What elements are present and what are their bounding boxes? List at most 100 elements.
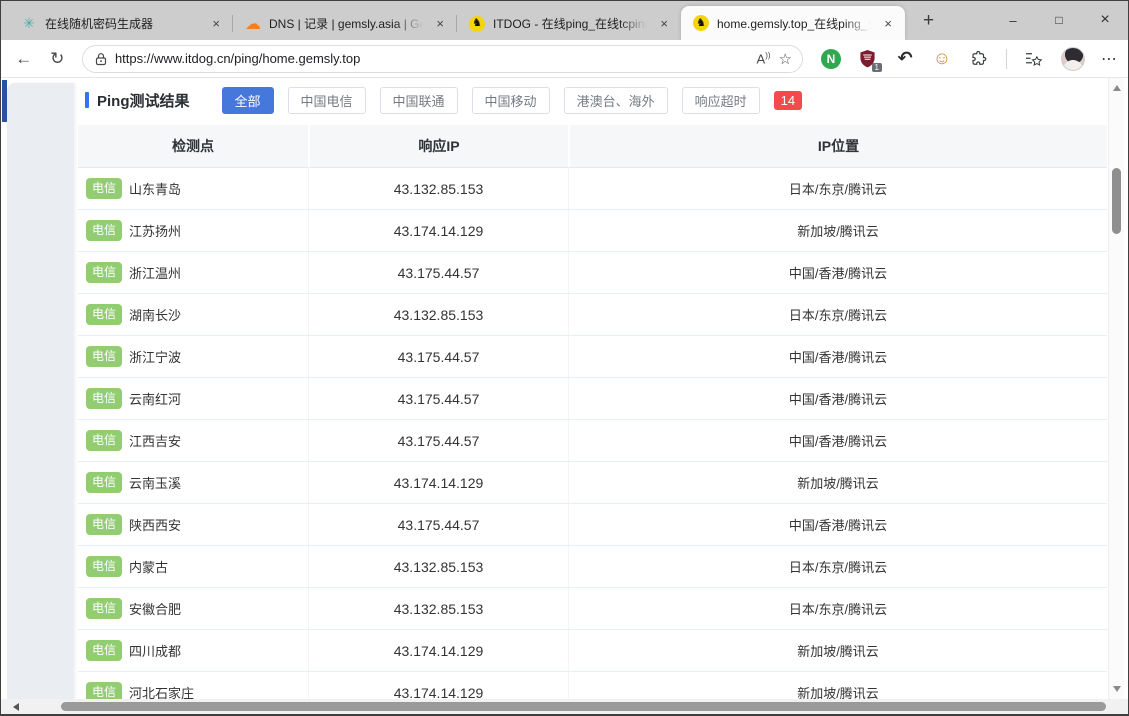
location-cell: 新加坡/腾讯云 <box>568 630 1107 671</box>
extension-n-icon[interactable]: N <box>821 49 841 69</box>
node-name: 四川成都 <box>129 641 181 660</box>
tab-title: 在线随机密码生成器 <box>45 15 199 32</box>
title-accent-bar <box>85 92 89 108</box>
undo-arrow-icon[interactable]: ↶ <box>895 49 915 69</box>
ublock-shield-icon[interactable]: 1 <box>858 49 878 69</box>
lock-icon <box>95 52 107 66</box>
vertical-scroll-thumb[interactable] <box>1112 168 1121 234</box>
page-content: Ping测试结果 全部 中国电信 中国联通 中国移动 港澳台、海外 响应超时 1… <box>1 78 1128 699</box>
node-cell: 电信 浙江宁波 <box>78 336 308 377</box>
read-aloud-icon[interactable]: A)) <box>757 51 771 66</box>
scroll-up-arrow-icon[interactable] <box>1113 85 1121 91</box>
close-icon[interactable]: × <box>879 15 897 32</box>
url-text[interactable]: https://www.itdog.cn/ping/home.gemsly.to… <box>115 51 749 66</box>
filter-all-button[interactable]: 全部 <box>222 87 274 114</box>
node-name: 湖南长沙 <box>129 305 181 324</box>
node-name: 江西吉安 <box>129 431 181 450</box>
ip-cell: 43.175.44.57 <box>308 252 568 293</box>
scroll-down-arrow-icon[interactable] <box>1113 686 1121 692</box>
snowflake-icon: ✳ <box>21 16 37 32</box>
tab-cloudflare-dns[interactable]: ☁ DNS | 记录 | gemsly.asia | Gem × <box>233 7 457 40</box>
ip-cell: 43.174.14.129 <box>308 672 568 699</box>
location-cell: 日本/东京/腾讯云 <box>568 168 1107 209</box>
vertical-scrollbar[interactable] <box>1108 78 1124 699</box>
new-tab-button[interactable]: + <box>915 10 942 32</box>
scroll-left-arrow-icon[interactable] <box>13 703 19 711</box>
location-cell: 日本/东京/腾讯云 <box>568 546 1107 587</box>
table-row: 电信 云南红河 43.175.44.57 中国/香港/腾讯云 <box>78 378 1107 420</box>
overflow-menu-icon[interactable]: ⋯ <box>1101 49 1118 69</box>
table-row: 电信 内蒙古 43.132.85.153 日本/东京/腾讯云 <box>78 546 1107 588</box>
tab-itdog[interactable]: ♞ ITDOG - 在线ping_在线tcping_ × <box>457 7 681 40</box>
profile-avatar[interactable] <box>1061 47 1085 71</box>
filter-timeout-button[interactable]: 响应超时 <box>682 87 760 114</box>
location-cell: 新加坡/腾讯云 <box>568 672 1107 699</box>
tab-title: home.gemsly.top_在线ping_多 <box>717 15 871 32</box>
close-icon[interactable]: × <box>655 15 673 32</box>
tab-title: DNS | 记录 | gemsly.asia | Gem <box>269 15 423 32</box>
filter-china-unicom-button[interactable]: 中国联通 <box>380 87 458 114</box>
back-button[interactable]: ← <box>7 49 40 69</box>
node-name: 云南红河 <box>129 389 181 408</box>
ublock-count-badge: 1 <box>872 63 882 72</box>
carrier-badge: 电信 <box>86 682 122 699</box>
window-close-button[interactable]: × <box>1082 1 1128 39</box>
table-row: 电信 河北石家庄 43.174.14.129 新加坡/腾讯云 <box>78 672 1107 699</box>
table-row: 电信 江西吉安 43.175.44.57 中国/香港/腾讯云 <box>78 420 1107 462</box>
timeout-count-badge: 14 <box>774 91 802 110</box>
node-cell: 电信 山东青岛 <box>78 168 308 209</box>
carrier-badge: 电信 <box>86 556 122 576</box>
location-cell: 新加坡/腾讯云 <box>568 210 1107 251</box>
horizontal-scroll-thumb[interactable] <box>61 702 1106 711</box>
minimize-button[interactable]: – <box>990 1 1036 39</box>
face-avatar-icon[interactable]: ☺ <box>932 49 952 69</box>
maximize-button[interactable]: □ <box>1036 1 1082 39</box>
puzzle-extensions-icon[interactable] <box>969 49 989 69</box>
favorite-star-icon[interactable]: ☆ <box>779 50 792 68</box>
carrier-badge: 电信 <box>86 304 122 324</box>
node-name: 陕西西安 <box>129 515 181 534</box>
filter-china-mobile-button[interactable]: 中国移动 <box>472 87 550 114</box>
table-row: 电信 湖南长沙 43.132.85.153 日本/东京/腾讯云 <box>78 294 1107 336</box>
node-cell: 电信 云南红河 <box>78 378 308 419</box>
page-title: Ping测试结果 <box>97 90 190 111</box>
location-cell: 日本/东京/腾讯云 <box>568 588 1107 629</box>
table-row: 电信 四川成都 43.174.14.129 新加坡/腾讯云 <box>78 630 1107 672</box>
location-cell: 中国/香港/腾讯云 <box>568 378 1107 419</box>
tab-itdog-ping-active[interactable]: ♞ home.gemsly.top_在线ping_多 × <box>681 6 905 40</box>
node-cell: 电信 陕西西安 <box>78 504 308 545</box>
favorites-hub-icon[interactable] <box>1024 49 1044 69</box>
close-icon[interactable]: × <box>431 15 449 32</box>
node-name: 云南玉溪 <box>129 473 181 492</box>
ip-cell: 43.175.44.57 <box>308 378 568 419</box>
refresh-button[interactable]: ↻ <box>40 49 73 69</box>
window-controls: – □ × <box>990 1 1128 39</box>
node-cell: 电信 四川成都 <box>78 630 308 671</box>
filter-overseas-button[interactable]: 港澳台、海外 <box>564 87 668 114</box>
carrier-badge: 电信 <box>86 346 122 366</box>
node-name: 山东青岛 <box>129 179 181 198</box>
location-cell: 中国/香港/腾讯云 <box>568 336 1107 377</box>
browser-tab-bar: ✳ 在线随机密码生成器 × ☁ DNS | 记录 | gemsly.asia |… <box>1 1 1128 40</box>
node-name: 江苏扬州 <box>129 221 181 240</box>
table-body: 电信 山东青岛 43.132.85.153 日本/东京/腾讯云 电信 江苏扬州 … <box>78 168 1107 699</box>
node-name: 浙江宁波 <box>129 347 181 366</box>
node-cell: 电信 云南玉溪 <box>78 462 308 503</box>
carrier-badge: 电信 <box>86 262 122 282</box>
close-icon[interactable]: × <box>207 15 225 32</box>
tab-password-generator[interactable]: ✳ 在线随机密码生成器 × <box>9 7 233 40</box>
filter-china-telecom-button[interactable]: 中国电信 <box>288 87 366 114</box>
horizontal-scrollbar[interactable] <box>1 699 1128 714</box>
itdog-dog-icon: ♞ <box>693 15 709 31</box>
node-cell: 电信 湖南长沙 <box>78 294 308 335</box>
table-row: 电信 云南玉溪 43.174.14.129 新加坡/腾讯云 <box>78 462 1107 504</box>
node-cell: 电信 河北石家庄 <box>78 672 308 699</box>
table-row: 电信 陕西西安 43.175.44.57 中国/香港/腾讯云 <box>78 504 1107 546</box>
ip-cell: 43.174.14.129 <box>308 630 568 671</box>
column-header-location: IP位置 <box>568 125 1107 167</box>
ip-cell: 43.132.85.153 <box>308 546 568 587</box>
extension-row: N 1 ↶ ☺ <box>821 47 1085 71</box>
address-bar[interactable]: https://www.itdog.cn/ping/home.gemsly.to… <box>82 45 803 73</box>
itdog-dog-icon: ♞ <box>469 16 485 32</box>
node-cell: 电信 安徽合肥 <box>78 588 308 629</box>
